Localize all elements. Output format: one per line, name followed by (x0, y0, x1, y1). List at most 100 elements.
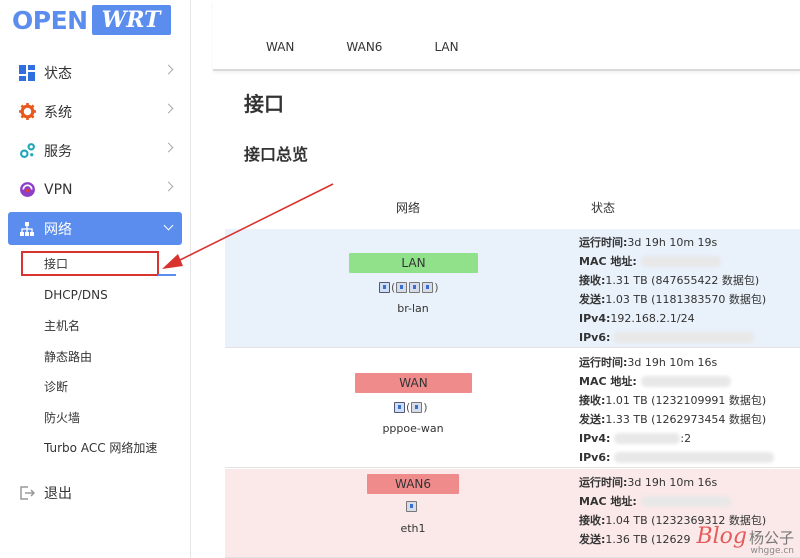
page-title: 接口 (244, 92, 284, 116)
sidebar-item-label: 网络 (44, 221, 72, 238)
sidebar-item-label: 状态 (44, 65, 72, 82)
sidebar-item-system[interactable]: 系统 (0, 92, 190, 131)
tx-value: 1.33 TB (1262973454 数据包) (605, 413, 767, 426)
column-header-status: 状态 (591, 201, 616, 215)
sidebar-sub-label: 诊断 (44, 380, 69, 395)
ipv6-label: IPv6: (579, 331, 611, 344)
chevron-right-icon (163, 181, 174, 192)
sidebar-item-label: 系统 (44, 104, 72, 121)
uptime-value: 3d 19h 10m 16s (627, 356, 718, 369)
interface-cell: LAN ( ) br-lan (225, 229, 570, 347)
device-name: pppoe-wan (382, 422, 444, 435)
sidebar-sub-diagnostics[interactable]: 诊断 (0, 372, 190, 403)
main-content: WAN WAN6 LAN 接口 接口总览 网络 状态 LAN ( ) br-la… (191, 0, 800, 558)
sidebar-item-logout[interactable]: 退出 (0, 473, 190, 512)
sidebar-sub-label: 主机名 (44, 319, 81, 334)
status-cell: 运行时间: 3d 19h 10m 16s MAC 地址: 接收: 1.01 TB (… (579, 353, 775, 467)
chevron-right-icon (163, 103, 174, 114)
status-cell: 运行时间: 3d 19h 10m 19s MAC 地址: 接收: 1.31 TB (… (579, 233, 766, 347)
uptime-label: 运行时间: (579, 236, 628, 249)
sidebar: OPEN WRT 状态 系统 服务 VPN 网络 接口 DHCP/DNS 主机名… (0, 0, 191, 558)
uptime-value: 3d 19h 10m 16s (627, 476, 718, 489)
rx-label: 接收: (579, 514, 606, 527)
sidebar-sub-interfaces[interactable]: 接口 (21, 251, 176, 276)
ipv6-label: IPv6: (579, 451, 611, 464)
pppoe-icon (394, 402, 405, 413)
watermark-name: 杨公子 (748, 529, 794, 547)
bridge-icon (379, 282, 390, 293)
interface-cell: WAN ( ) pppoe-wan (225, 349, 570, 467)
redacted-value (640, 496, 731, 507)
chevron-right-icon (163, 142, 174, 153)
sidebar-sub-label: 静态路由 (44, 349, 93, 364)
sidebar-item-vpn[interactable]: VPN (0, 170, 190, 209)
sidebar-sub-label: Turbo ACC 网络加速 (44, 441, 158, 456)
tx-label: 发送: (579, 533, 606, 546)
cogs-icon (18, 142, 36, 160)
tab-wan[interactable]: WAN (266, 40, 294, 54)
interface-badge-lan[interactable]: LAN (349, 253, 478, 273)
sidebar-item-label: VPN (44, 181, 73, 198)
table-row: LAN ( ) br-lan 运行时间: 3d 19h 10m 19s MAC 地… (225, 229, 800, 348)
logo-wrt-text: WRT (91, 5, 171, 35)
chevron-right-icon (163, 64, 174, 75)
redacted-value (614, 433, 681, 444)
sidebar-sub-firewall[interactable]: 防火墙 (0, 402, 190, 433)
rx-label: 接收: (579, 274, 606, 287)
interface-badge-wan6[interactable]: WAN6 (367, 474, 459, 494)
chevron-down-icon (163, 220, 174, 231)
watermark-blog: Blog (696, 524, 747, 549)
sidebar-item-label: 服务 (44, 143, 72, 160)
ethernet-port-icon (409, 282, 421, 293)
blog-watermark: Blog 杨公子 whgge.cn (696, 524, 794, 556)
logo-open-text: OPEN (12, 5, 88, 35)
ipv4-label: IPv4: (579, 312, 611, 325)
rx-value: 1.31 TB (847655422 数据包) (605, 274, 760, 287)
tx-label: 发送: (579, 293, 606, 306)
tx-value: 1.03 TB (1181383570 数据包) (605, 293, 767, 306)
device-name: br-lan (397, 302, 429, 315)
tab-wan6[interactable]: WAN6 (346, 40, 382, 54)
section-title: 接口总览 (244, 145, 309, 164)
device-icons: ( ) (393, 401, 428, 414)
sidebar-sub-label: 接口 (44, 257, 69, 271)
interface-badge-wan[interactable]: WAN (355, 373, 472, 393)
sidebar-sub-turbo-acc[interactable]: Turbo ACC 网络加速 (0, 433, 190, 464)
sidebar-sub-static-routes[interactable]: 静态路由 (0, 341, 190, 372)
rx-label: 接收: (579, 394, 606, 407)
tx-value: 1.36 TB (12629 (605, 533, 691, 546)
redacted-value (614, 452, 775, 463)
ipv4-tail: :2 (680, 432, 692, 445)
logout-icon (18, 484, 36, 502)
network-submenu: 接口 DHCP/DNS 主机名 静态路由 诊断 防火墙 Turbo ACC 网络… (0, 248, 190, 463)
ipv4-value: 192.168.2.1/24 (610, 312, 695, 325)
uptime-value: 3d 19h 10m 19s (627, 236, 718, 249)
device-icons (405, 501, 418, 512)
mac-label: MAC 地址: (579, 495, 637, 508)
sidebar-sub-dhcp-dns[interactable]: DHCP/DNS (0, 280, 190, 311)
sidebar-item-services[interactable]: 服务 (0, 131, 190, 170)
ipv4-label: IPv4: (579, 432, 611, 445)
openwrt-app: OPEN WRT 状态 系统 服务 VPN 网络 接口 DHCP/DNS 主机名… (0, 0, 800, 558)
sidebar-item-status[interactable]: 状态 (0, 53, 190, 92)
uptime-label: 运行时间: (579, 356, 628, 369)
sidebar-sub-label: DHCP/DNS (44, 288, 108, 303)
sidebar-item-network[interactable]: 网络 (8, 212, 182, 245)
tab-lan[interactable]: LAN (434, 40, 458, 54)
openwrt-logo[interactable]: OPEN WRT (12, 4, 171, 36)
redacted-value (640, 376, 731, 387)
column-header-network: 网络 (396, 201, 421, 215)
ethernet-port-icon (406, 501, 417, 512)
table-row: WAN ( ) pppoe-wan 运行时间: 3d 19h 10m 16s MA… (225, 349, 800, 468)
tx-label: 发送: (579, 413, 606, 426)
sidebar-sub-label: 防火墙 (44, 410, 81, 425)
redacted-value (614, 332, 755, 343)
ethernet-port-icon (411, 402, 423, 413)
network-tree-icon (18, 220, 36, 238)
dashboard-icon (18, 64, 36, 82)
vpn-icon (18, 181, 36, 199)
interface-tabs: WAN WAN6 LAN (213, 0, 800, 71)
gear-icon (18, 103, 36, 121)
ethernet-port-icon (396, 282, 408, 293)
sidebar-sub-hostnames[interactable]: 主机名 (0, 311, 190, 342)
